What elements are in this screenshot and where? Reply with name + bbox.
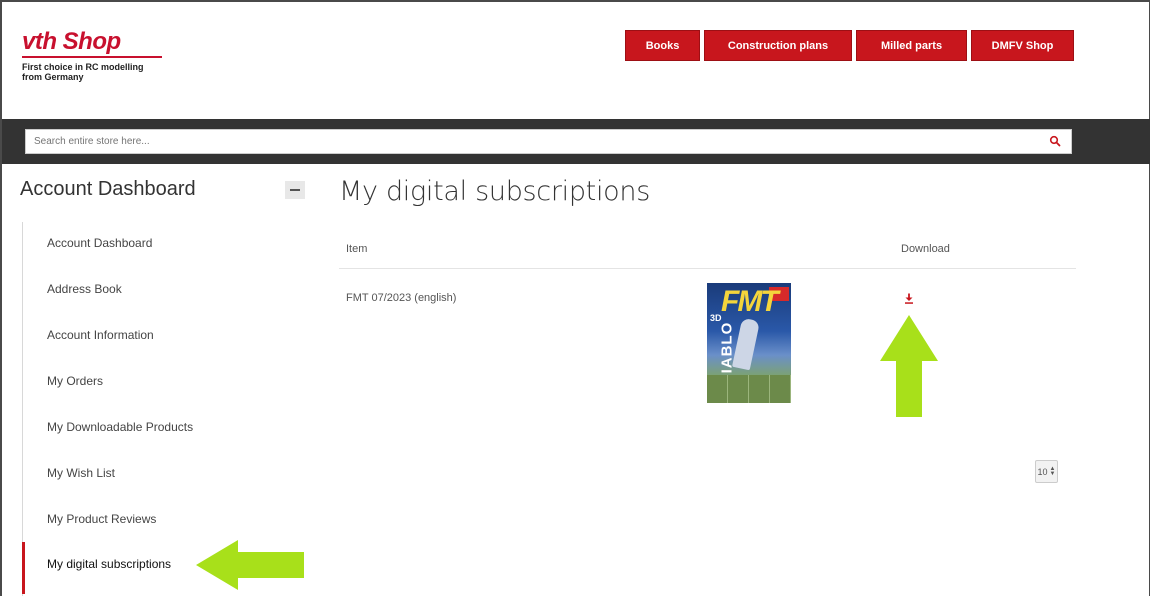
cover-title: FMT: [721, 285, 779, 318]
table-divider: [339, 268, 1076, 269]
logo-tagline: First choice in RC modelling from German…: [22, 62, 212, 82]
sidebar-item-product-reviews[interactable]: My Product Reviews: [47, 512, 156, 526]
page-title: My digital subscriptions: [339, 176, 650, 207]
logo-wordmark: vth Shop: [22, 30, 212, 54]
sidebar-collapse-button[interactable]: [285, 181, 305, 199]
sidebar-item-account-dashboard[interactable]: Account Dashboard: [47, 236, 152, 250]
page-size-value: 10: [1037, 466, 1048, 477]
nav-dmfv-shop-button[interactable]: DMFV Shop: [971, 30, 1074, 61]
search-icon[interactable]: [1049, 135, 1061, 147]
top-navigation: Books Construction plans Milled parts DM…: [625, 30, 1074, 61]
column-header-item: Item: [346, 243, 368, 255]
magazine-cover-image[interactable]: FMT 3D DIABLO: [707, 283, 791, 403]
annotation-arrow-left: [196, 540, 304, 590]
cover-photo-strip: [707, 375, 791, 403]
sidebar-item-downloadable-products[interactable]: My Downloadable Products: [47, 420, 193, 434]
logo-tagline-line2: from Germany: [22, 72, 84, 82]
page-size-select[interactable]: 10 ▲ ▼: [1035, 460, 1058, 483]
logo-shop: Shop: [62, 28, 122, 55]
nav-construction-plans-button[interactable]: Construction plans: [704, 30, 852, 61]
cover-jet-shape: [731, 317, 761, 371]
search-input[interactable]: [26, 130, 1026, 153]
sidebar-item-address-book[interactable]: Address Book: [47, 282, 122, 296]
download-icon[interactable]: [904, 293, 914, 304]
sidebar-active-indicator: [22, 542, 25, 594]
subscription-item-name: FMT 07/2023 (english): [346, 292, 457, 304]
sidebar-item-wish-list[interactable]: My Wish List: [47, 466, 115, 480]
column-header-download: Download: [901, 243, 950, 255]
logo-tagline-line1: First choice in RC modelling: [22, 62, 144, 72]
sidebar-title: Account Dashboard: [20, 178, 196, 200]
nav-milled-parts-button[interactable]: Milled parts: [856, 30, 967, 61]
nav-books-button[interactable]: Books: [625, 30, 700, 61]
search-field: [25, 129, 1072, 154]
select-caret-icon: ▲ ▼: [1049, 465, 1056, 477]
sidebar-item-digital-subscriptions[interactable]: My digital subscriptions: [47, 557, 171, 571]
annotation-arrow-up: [880, 315, 938, 417]
sidebar-item-account-information[interactable]: Account Information: [47, 328, 154, 342]
logo-vth: vth: [22, 28, 57, 55]
minus-icon: [290, 189, 300, 191]
sidebar-item-my-orders[interactable]: My Orders: [47, 374, 103, 388]
logo-underline: [22, 56, 162, 58]
site-logo[interactable]: vth Shop First choice in RC modelling fr…: [22, 30, 212, 82]
